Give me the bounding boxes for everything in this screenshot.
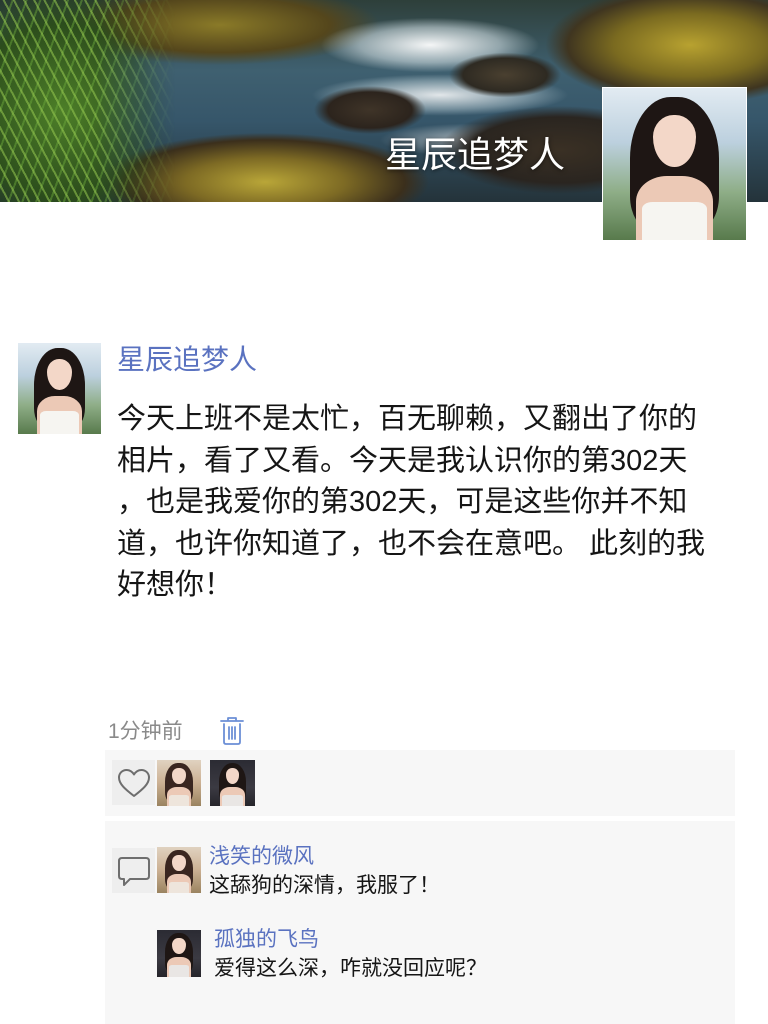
- portrait-face: [172, 855, 186, 871]
- post-text-line: 道，也许你知道了，也不会在意吧。 此刻的我: [117, 527, 706, 560]
- cover-grass: [0, 0, 175, 202]
- post-author-name[interactable]: 星辰追梦人: [117, 340, 257, 380]
- portrait-dress: [40, 411, 79, 434]
- post-text-line: ，也是我爱你的第302天，可是这些你并不知: [117, 486, 688, 518]
- portrait-dress: [641, 202, 708, 240]
- cover-display-name: 星辰追梦人: [385, 134, 566, 175]
- comment-author-name[interactable]: 孤独的飞鸟: [214, 926, 319, 954]
- portrait-dress: [168, 965, 190, 977]
- post-text: 今天上班不是太忙，百无聊赖，又翻出了你的 相片，看了又看。今天是我认识你的第30…: [117, 399, 757, 607]
- heart-icon: [112, 760, 155, 805]
- comment-text[interactable]: 爱得这么深，咋就没回应呢？: [214, 955, 487, 983]
- portrait-dress: [222, 794, 243, 806]
- comment-icon-svg: [117, 856, 150, 886]
- post-text-line: 好想你！: [117, 569, 234, 601]
- post-text-line: 今天上班不是太忙，百无聊赖，又翻出了你的: [117, 403, 698, 435]
- like-avatar[interactable]: [157, 760, 201, 806]
- comment-avatar[interactable]: [157, 930, 201, 977]
- profile-avatar[interactable]: [603, 88, 746, 240]
- trash-icon[interactable]: [219, 716, 245, 746]
- portrait-dress: [168, 881, 190, 893]
- portrait-dress: [168, 794, 190, 806]
- comment-text[interactable]: 这舔狗的深情，我服了！: [209, 872, 440, 900]
- comment-avatar[interactable]: [157, 847, 201, 893]
- comment-author-name[interactable]: 浅笑的微风: [209, 843, 314, 871]
- like-avatar[interactable]: [210, 760, 255, 806]
- trash-icon-svg: [220, 717, 244, 745]
- post-text-line: 相片，看了又看。今天是我认识你的第302天: [117, 444, 688, 477]
- moments-page: 星辰追梦人 星辰追梦人 今天上班不是太忙，百无聊赖，又翻出了你的 相片，看了又看…: [0, 0, 768, 1024]
- post-timestamp: 1分钟前: [108, 720, 183, 743]
- post-author-avatar[interactable]: [18, 343, 101, 434]
- heart-icon-svg: [117, 768, 150, 797]
- comment-icon: [112, 848, 155, 893]
- portrait-face: [172, 768, 186, 784]
